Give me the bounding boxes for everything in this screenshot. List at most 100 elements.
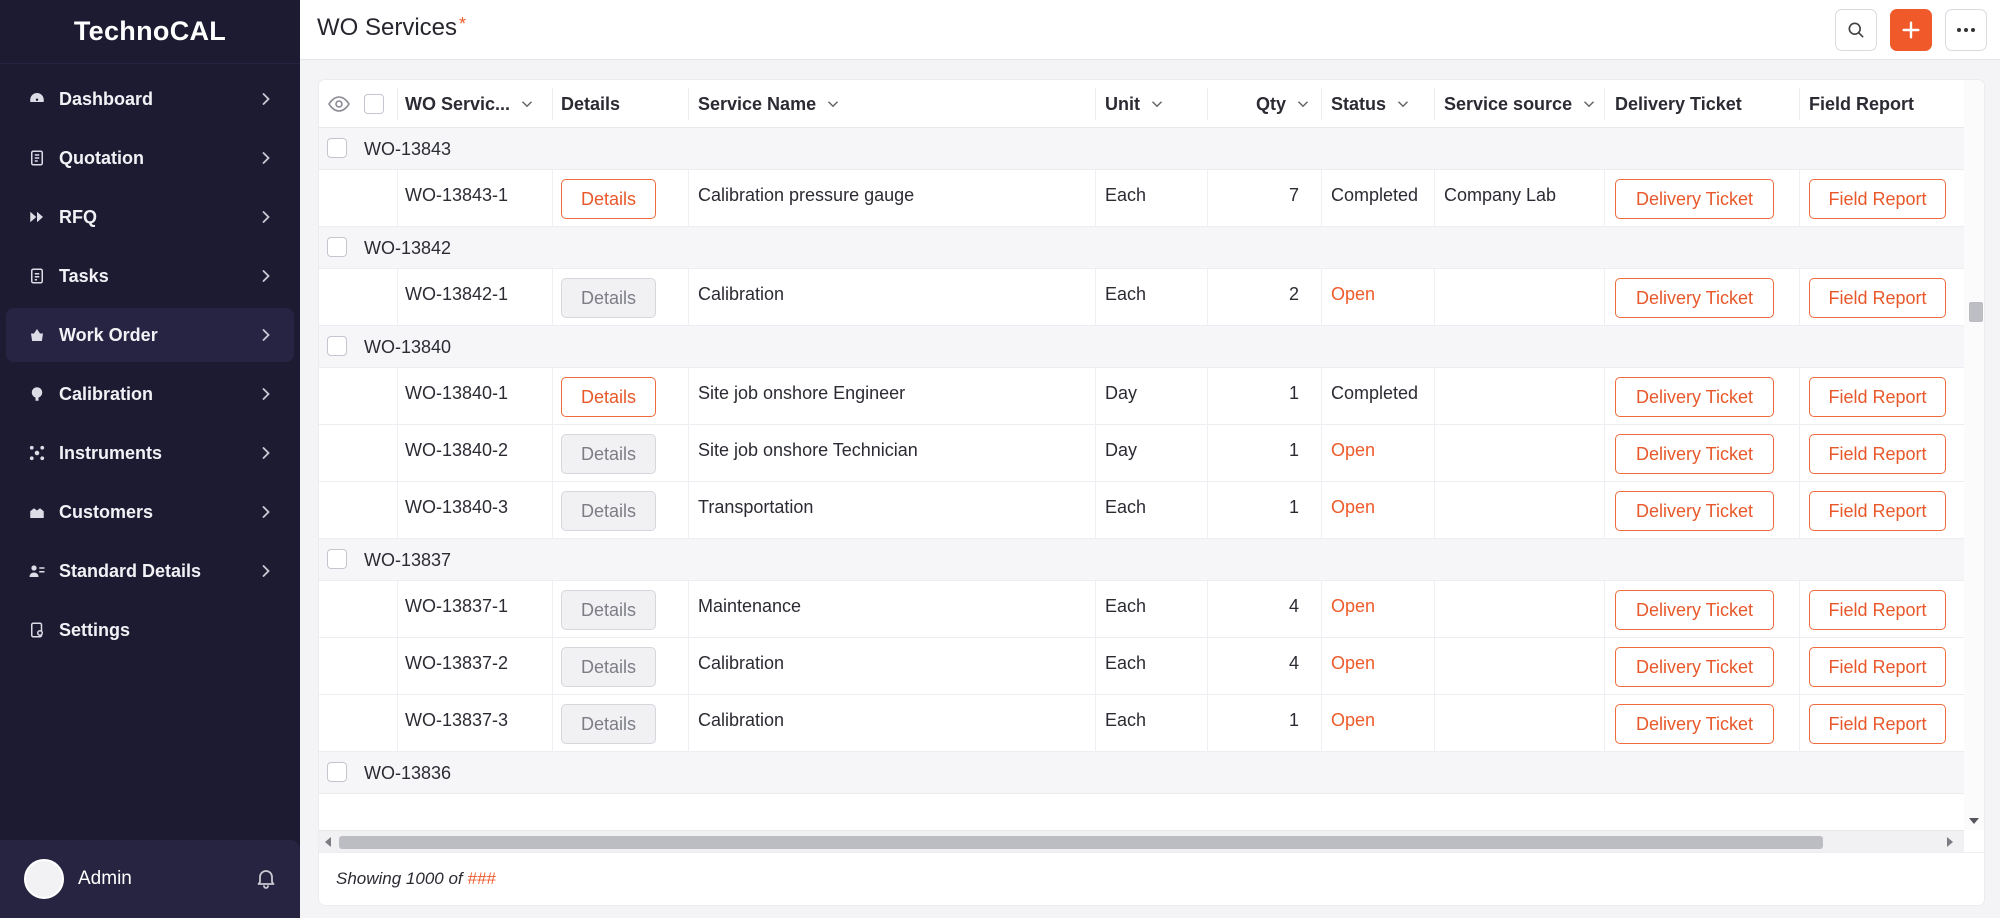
details-button[interactable]: Details [561, 278, 656, 318]
details-button[interactable]: Details [561, 377, 656, 417]
cell-divider [1095, 269, 1096, 326]
qty: 1 [1288, 497, 1299, 517]
field-report-button[interactable]: Field Report [1809, 377, 1946, 417]
details-button[interactable]: Details [561, 647, 656, 687]
table-row[interactable]: WO-13840-2 Details Site job onshore Techni… [319, 425, 1964, 482]
search-button[interactable] [1835, 9, 1877, 51]
add-button[interactable] [1890, 9, 1932, 51]
group-row[interactable]: WO-13837 [319, 539, 1964, 581]
sidebar-item-settings[interactable]: Settings [6, 603, 294, 657]
table-row[interactable]: WO-13837-1 Details Maintenance Each 4 Open Del… [319, 581, 1964, 638]
details-button[interactable]: Details [561, 590, 656, 630]
scroll-right-arrow[interactable] [1947, 837, 1953, 847]
sidebar-item-tasks[interactable]: Tasks [6, 249, 294, 303]
column-divider [1604, 88, 1605, 120]
delivery-ticket-button[interactable]: Delivery Ticket [1615, 491, 1774, 531]
qty: 7 [1288, 185, 1299, 205]
group-checkbox[interactable] [327, 237, 347, 257]
horizontal-scrollbar[interactable] [319, 830, 1964, 852]
details-button[interactable]: Details [561, 491, 656, 531]
details-button[interactable]: Details [561, 179, 656, 219]
select-all-checkbox[interactable] [364, 94, 384, 114]
table-row[interactable]: WO-13837-2 Details Calibration Each 4 Open Del… [319, 638, 1964, 695]
dashboard-icon [28, 90, 46, 108]
sidebar-item-quotation[interactable]: Quotation [6, 131, 294, 185]
cell-divider [1604, 638, 1605, 695]
table-row[interactable]: WO-13840-1 Details Site job onshore Engine… [319, 368, 1964, 425]
group-label: WO-13840 [364, 337, 452, 357]
cell-divider [1799, 170, 1800, 227]
delivery-ticket-button[interactable]: Delivery Ticket [1615, 434, 1774, 474]
field-report-button[interactable]: Field Report [1809, 179, 1946, 219]
horizontal-scroll-thumb[interactable] [339, 836, 1823, 849]
cell-divider [552, 581, 553, 638]
service-name: Calibration [698, 710, 785, 730]
column-service-name[interactable]: Service Name [698, 80, 842, 128]
group-checkbox[interactable] [327, 336, 347, 356]
vertical-scrollbar[interactable] [1964, 80, 1984, 830]
column-qty[interactable]: Qty [1256, 80, 1312, 128]
field-report-button[interactable]: Field Report [1809, 704, 1946, 744]
column-delivery-ticket[interactable]: Delivery Ticket [1615, 80, 1742, 128]
chevron-down-icon [828, 101, 839, 108]
scroll-left-arrow[interactable] [325, 837, 331, 847]
table-row[interactable]: WO-13842-1 Details Calibration Each 2 Open Del… [319, 269, 1964, 326]
column-wo-service[interactable]: WO Servic... [405, 80, 536, 128]
sidebar-item-work-order[interactable]: Work Order [6, 308, 294, 362]
column-field-report[interactable]: Field Report [1809, 80, 1914, 128]
group-checkbox[interactable] [327, 138, 347, 158]
table-row[interactable]: WO-13837-3 Details Calibration Each 1 Open Del… [319, 695, 1964, 752]
delivery-ticket-button[interactable]: Delivery Ticket [1615, 647, 1774, 687]
sidebar-nav: Dashboard Quotation RFQ Tasks Work Order Cali… [0, 72, 300, 657]
delivery-ticket-button[interactable]: Delivery Ticket [1615, 590, 1774, 630]
record-count-text: Showing 1000 of [336, 869, 468, 888]
group-row[interactable]: WO-13843 [319, 128, 1964, 170]
cell-divider [1434, 581, 1435, 638]
scroll-down-arrow[interactable] [1969, 818, 1979, 824]
more-options-button[interactable] [1945, 9, 1987, 51]
sidebar-item-instruments[interactable]: Instruments [6, 426, 294, 480]
avatar[interactable] [24, 859, 64, 899]
column-qty-label: Qty [1256, 93, 1287, 114]
delivery-ticket-button[interactable]: Delivery Ticket [1615, 377, 1774, 417]
chevron-down-icon [1297, 101, 1309, 108]
vertical-scroll-thumb[interactable] [1969, 302, 1983, 322]
cell-divider [1799, 695, 1800, 752]
sidebar-item-dashboard[interactable]: Dashboard [6, 72, 294, 126]
details-button[interactable]: Details [561, 434, 656, 474]
eye-icon[interactable] [327, 93, 351, 115]
page-title: WO Services * [317, 14, 466, 42]
delivery-ticket-button[interactable]: Delivery Ticket [1615, 278, 1774, 318]
wo-service-id: WO-13837-2 [405, 653, 509, 673]
field-report-button[interactable]: Field Report [1809, 590, 1946, 630]
table-row[interactable]: WO-13843-1 Details Calibration pressure ga… [319, 170, 1964, 227]
column-status[interactable]: Status [1331, 80, 1412, 128]
table-row[interactable]: WO-13840-3 Details Transportation Each 1 Open… [319, 482, 1964, 539]
settings-icon [28, 621, 46, 639]
sidebar-item-calibration[interactable]: Calibration [6, 367, 294, 421]
column-unit[interactable]: Unit [1105, 80, 1166, 128]
group-row[interactable]: WO-13836 [319, 752, 1964, 794]
bell-icon[interactable] [254, 866, 278, 890]
group-checkbox[interactable] [327, 762, 347, 782]
cell-divider [688, 368, 689, 425]
field-report-button[interactable]: Field Report [1809, 434, 1946, 474]
group-row[interactable]: WO-13840 [319, 326, 1964, 368]
column-details[interactable]: Details [561, 80, 620, 128]
field-report-button[interactable]: Field Report [1809, 491, 1946, 531]
column-service-source[interactable]: Service source [1444, 80, 1598, 128]
details-button[interactable]: Details [561, 704, 656, 744]
group-row[interactable]: WO-13842 [319, 227, 1964, 269]
group-checkbox[interactable] [327, 549, 347, 569]
sidebar-item-standard-details[interactable]: Standard Details [6, 544, 294, 598]
chevron-right-icon [256, 207, 276, 227]
user-profile[interactable]: Admin [0, 840, 300, 918]
field-report-button[interactable]: Field Report [1809, 647, 1946, 687]
column-service-source-label: Service source [1444, 93, 1573, 114]
service-name: Calibration pressure gauge [698, 185, 915, 205]
sidebar-item-customers[interactable]: Customers [6, 485, 294, 539]
delivery-ticket-button[interactable]: Delivery Ticket [1615, 179, 1774, 219]
delivery-ticket-button[interactable]: Delivery Ticket [1615, 704, 1774, 744]
sidebar-item-rfq[interactable]: RFQ [6, 190, 294, 244]
field-report-button[interactable]: Field Report [1809, 278, 1946, 318]
